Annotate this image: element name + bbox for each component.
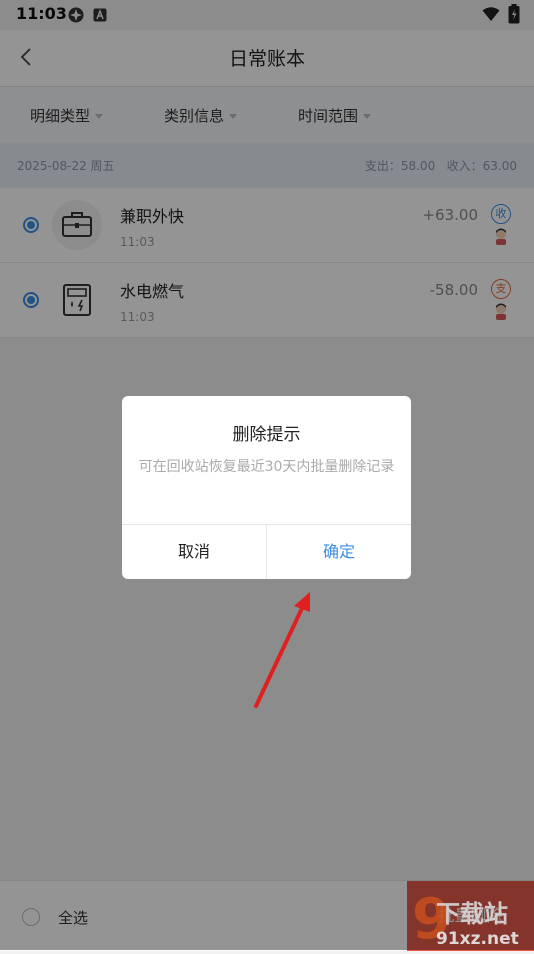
confirm-button[interactable]: 确定 (267, 525, 411, 579)
dialog-title: 删除提示 (232, 425, 301, 445)
dialog-message: 可在回收站恢复最近30天内批量删除记录 (138, 459, 395, 475)
svg-text:下载站: 下载站 (436, 900, 508, 928)
svg-text:91xz.net: 91xz.net (436, 929, 519, 949)
cancel-button[interactable]: 取消 (122, 525, 266, 579)
delete-confirm-dialog: 删除提示 可在回收站恢复最近30天内批量删除记录 取消 确定 (122, 396, 411, 579)
site-watermark: 9 下载站 91xz.net (404, 882, 534, 952)
